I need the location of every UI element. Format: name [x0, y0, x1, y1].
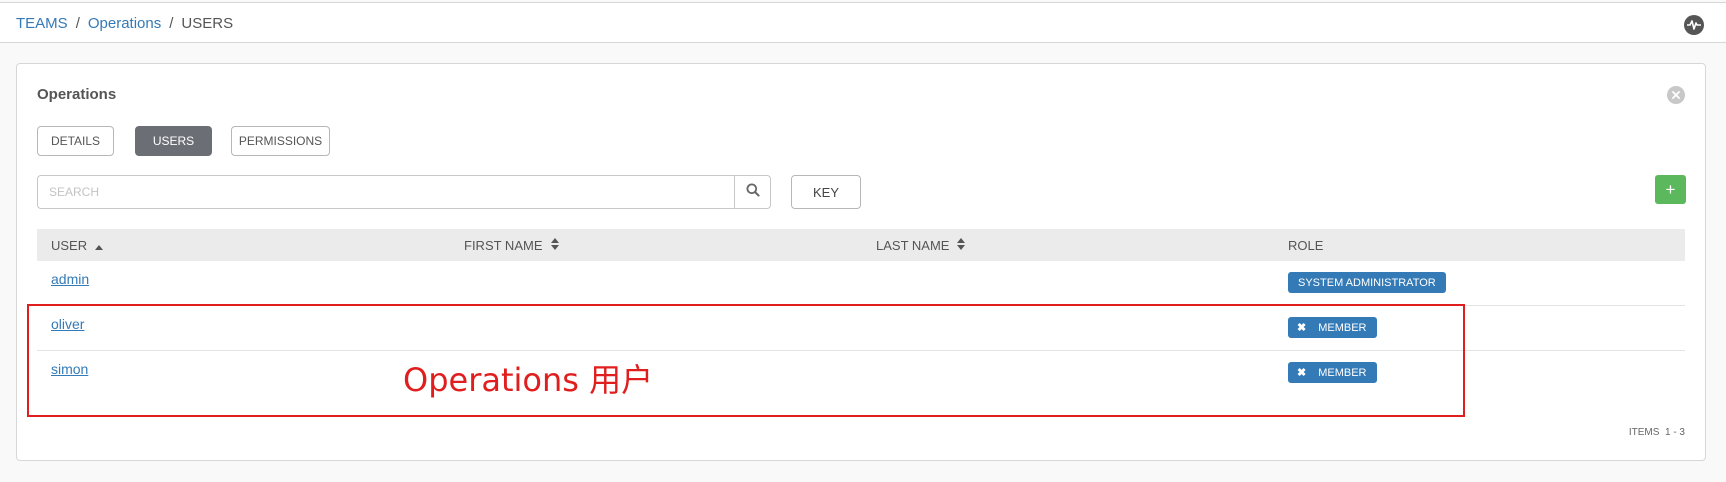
- breadcrumb: TEAMS / Operations / USERS: [16, 15, 233, 32]
- activity-stream-icon[interactable]: [1684, 15, 1704, 35]
- breadcrumb-users: USERS: [181, 15, 234, 32]
- search-input[interactable]: [38, 176, 735, 208]
- close-icon[interactable]: [1667, 86, 1685, 104]
- role-badge: SYSTEM ADMINISTRATOR: [1288, 272, 1446, 293]
- column-label: USER: [51, 238, 88, 253]
- sort-icon: [957, 238, 966, 253]
- annotation-label: Operations 用户: [403, 361, 654, 399]
- column-header-user[interactable]: USER: [51, 238, 104, 253]
- items-label: ITEMS: [1628, 427, 1660, 438]
- column-header-last-name[interactable]: LAST NAME: [876, 238, 966, 253]
- top-bar: TEAMS / Operations / USERS: [0, 2, 1726, 43]
- column-label: LAST NAME: [876, 238, 950, 253]
- breadcrumb-operations[interactable]: Operations: [88, 15, 161, 32]
- breadcrumb-separator: /: [75, 15, 80, 32]
- search-button[interactable]: [734, 176, 770, 208]
- tab-users[interactable]: USERS: [135, 126, 212, 156]
- pagination-info: ITEMS 1 - 3: [1629, 427, 1685, 438]
- column-header-first-name[interactable]: FIRST NAME: [464, 238, 559, 253]
- sort-icon: [550, 238, 559, 253]
- search-box: [37, 175, 771, 209]
- key-button[interactable]: KEY: [791, 175, 861, 209]
- user-link[interactable]: admin: [51, 271, 89, 287]
- column-header-role: ROLE: [1288, 238, 1323, 253]
- table-row: admin SYSTEM ADMINISTRATOR: [37, 261, 1685, 306]
- role-label: SYSTEM ADMINISTRATOR: [1298, 276, 1436, 289]
- breadcrumb-teams[interactable]: TEAMS: [16, 15, 68, 32]
- column-label: ROLE: [1288, 238, 1324, 253]
- column-label: FIRST NAME: [464, 238, 543, 253]
- items-range: 1 - 3: [1664, 427, 1685, 438]
- panel-title: Operations: [37, 86, 117, 103]
- tab-permissions[interactable]: PERMISSIONS: [231, 126, 330, 156]
- sort-ascending-icon: [95, 238, 104, 253]
- table-header: USER FIRST NAME LAST NAME ROLE: [37, 229, 1685, 261]
- breadcrumb-separator: /: [169, 15, 174, 32]
- tab-details[interactable]: DETAILS: [37, 126, 114, 156]
- search-icon: [746, 183, 760, 202]
- annotation-highlight-box: [27, 304, 1465, 417]
- add-user-button[interactable]: +: [1655, 175, 1686, 204]
